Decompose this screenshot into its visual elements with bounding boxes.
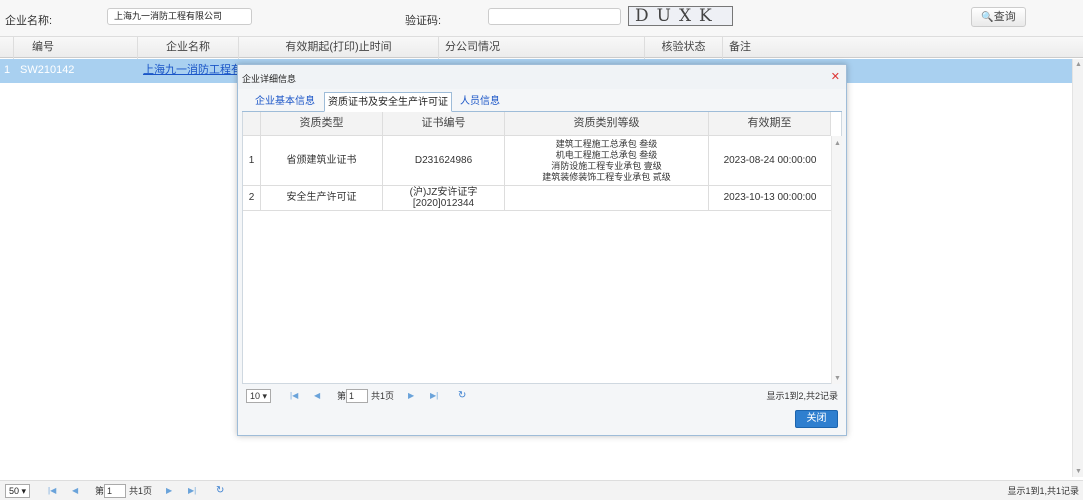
first-page-icon[interactable]: |◀ — [48, 484, 56, 498]
cert-type: 省颁建筑业证书 — [261, 136, 383, 185]
cert-number-line: (沪)JZ安许证字 — [409, 187, 478, 198]
scroll-up-icon[interactable]: ▲ — [834, 140, 841, 147]
last-page-icon[interactable]: ▶| — [430, 389, 438, 403]
grid-header-status[interactable]: 核验状态 — [645, 37, 723, 59]
next-page-icon[interactable]: ▶ — [408, 389, 414, 403]
close-icon[interactable]: ✕ — [831, 70, 840, 83]
grid-header-branch[interactable]: 分公司情况 — [439, 37, 645, 59]
next-page-icon[interactable]: ▶ — [166, 484, 172, 498]
table-row[interactable]: 2 安全生产许可证 (沪)JZ安许证字 [2020]012344 2023-10… — [243, 186, 831, 211]
captcha-image[interactable]: DUXK — [628, 6, 733, 26]
scroll-down-icon[interactable]: ▼ — [1075, 468, 1082, 475]
certificate-table-header: 资质类型 证书编号 资质类别等级 有效期至 — [243, 112, 831, 136]
captcha-input[interactable] — [488, 8, 621, 25]
cert-category-line: 建筑工程施工总承包 叁级 — [555, 138, 658, 149]
cert-category-line: 消防设施工程专业承包 壹级 — [551, 160, 662, 171]
company-detail-dialog: 企业详细信息 ✕ 企业基本信息 资质证书及安全生产许可证 人员信息 资质类型 证… — [237, 64, 847, 436]
grid-header-code[interactable]: 编号 — [14, 37, 138, 59]
cert-category: 建筑工程施工总承包 叁级 机电工程施工总承包 叁级 消防设施工程专业承包 壹级 … — [505, 136, 709, 185]
grid-header-validity[interactable]: 有效期起(打印)止时间 — [239, 37, 439, 59]
dialog-title-bar: 企业详细信息 ✕ — [238, 65, 846, 89]
cert-type: 安全生产许可证 — [261, 186, 383, 210]
tab-certificates[interactable]: 资质证书及安全生产许可证 — [324, 92, 452, 112]
page-prefix: 第 — [95, 486, 105, 496]
pager-summary: 显示1到1,共1记录 — [1007, 486, 1079, 496]
prev-page-icon[interactable]: ◀ — [72, 484, 78, 498]
tab-basic-info[interactable]: 企业基本信息 — [246, 92, 324, 112]
search-bar: 企业名称: 上海九一消防工程有限公司 验证码: DUXK 🔍查询 — [0, 0, 1083, 36]
cert-header-expire[interactable]: 有效期至 — [709, 112, 831, 136]
row-number: 1 — [4, 64, 11, 76]
last-page-icon[interactable]: ▶| — [188, 484, 196, 498]
cert-row-number: 2 — [243, 186, 261, 210]
close-button[interactable]: 关闭 — [795, 410, 838, 428]
captcha-label: 验证码: — [405, 15, 442, 27]
refresh-icon[interactable]: ↻ — [458, 389, 466, 403]
cert-expire: 2023-08-24 00:00:00 — [723, 154, 817, 166]
row-company-link[interactable]: 上海九一消防工程有 — [143, 59, 242, 81]
dialog-pager: 10 ▾ |◀ ◀ 第 1 共1页 ▶ ▶| ↻ 显示1到2,共2记录 — [242, 385, 842, 407]
cert-row-number: 1 — [243, 136, 261, 185]
page-number-input[interactable]: 1 — [346, 389, 368, 403]
grid-header-remark[interactable]: 备注 — [723, 37, 1072, 59]
company-name-input[interactable]: 上海九一消防工程有限公司 — [107, 8, 252, 25]
cert-header-type[interactable]: 资质类型 — [261, 112, 383, 136]
cert-expire: 2023-10-13 00:00:00 — [723, 192, 817, 203]
refresh-icon[interactable]: ↻ — [216, 484, 224, 498]
cert-number: D231624986 — [383, 136, 505, 185]
query-button[interactable]: 🔍查询 — [971, 7, 1026, 27]
company-name-label: 企业名称: — [5, 15, 53, 27]
certificate-scrollbar[interactable]: ▲ ▼ — [831, 136, 842, 384]
cert-category-line: 建筑装修装饰工程专业承包 贰级 — [542, 171, 671, 182]
tab-personnel[interactable]: 人员信息 — [454, 92, 506, 112]
page-size-select[interactable]: 50 ▾ — [5, 484, 31, 498]
query-button-label: 查询 — [993, 11, 1016, 23]
grid-header: 编号 企业名称 有效期起(打印)止时间 分公司情况 核验状态 备注 — [0, 36, 1083, 59]
grid-pager: 50 ▾ |◀ ◀ 第 1 共1页 ▶ ▶| ↻ 显示1到1,共1记录 — [0, 480, 1083, 500]
grid-header-rownum — [0, 37, 14, 59]
pager-summary: 显示1到2,共2记录 — [766, 391, 838, 401]
page-total: 共1页 — [129, 486, 153, 496]
table-row[interactable]: 1 省颁建筑业证书 D231624986 建筑工程施工总承包 叁级 机电工程施工… — [243, 136, 831, 186]
dialog-tabs: 企业基本信息 资质证书及安全生产许可证 人员信息 — [242, 92, 842, 112]
grid-header-company[interactable]: 企业名称 — [138, 37, 239, 59]
cert-category — [505, 186, 709, 210]
cert-category-line: 机电工程施工总承包 叁级 — [555, 149, 658, 160]
certificate-panel: 资质类型 证书编号 资质类别等级 有效期至 1 省颁建筑业证书 D2316249… — [242, 112, 842, 384]
grid-scrollbar[interactable]: ▲ ▼ — [1072, 59, 1083, 477]
cert-header-number[interactable]: 证书编号 — [383, 112, 505, 136]
cert-header-rownum — [243, 112, 261, 136]
page-prefix: 第 — [337, 391, 347, 401]
dialog-title: 企业详细信息 — [242, 74, 297, 84]
row-code: SW210142 — [20, 64, 75, 76]
prev-page-icon[interactable]: ◀ — [314, 389, 320, 403]
scroll-down-icon[interactable]: ▼ — [834, 375, 841, 382]
page-total: 共1页 — [371, 391, 395, 401]
cert-number: (沪)JZ安许证字 [2020]012344 — [383, 186, 505, 210]
scroll-up-icon[interactable]: ▲ — [1075, 61, 1082, 68]
page-size-select[interactable]: 10 ▾ — [246, 389, 272, 403]
page-number-input[interactable]: 1 — [104, 484, 126, 498]
search-icon: 🔍 — [981, 12, 994, 23]
cert-header-category[interactable]: 资质类别等级 — [505, 112, 709, 136]
cert-number-line: [2020]012344 — [412, 198, 475, 209]
first-page-icon[interactable]: |◀ — [290, 389, 298, 403]
